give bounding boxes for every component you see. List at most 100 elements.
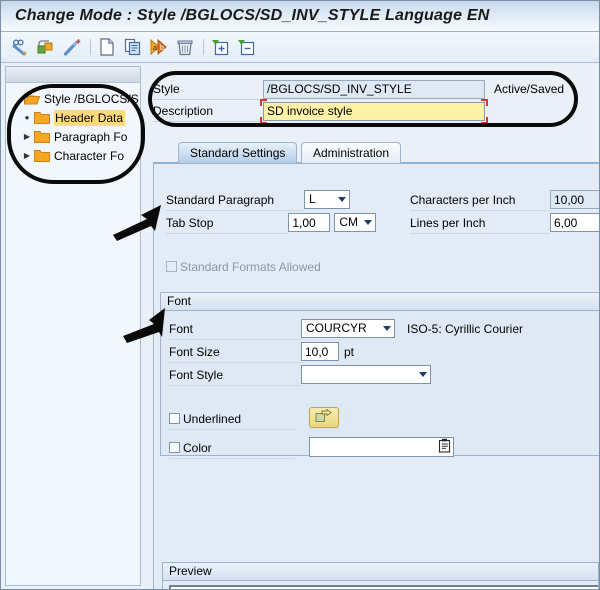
tree-node-label: Header Data [54, 109, 126, 126]
tab-stop-unit-value: CM [339, 215, 358, 229]
other-style-icon[interactable] [35, 36, 57, 58]
underlined-label: Underlined [183, 411, 242, 426]
description-focus-wrapper [260, 98, 488, 124]
expand-collapse-icon[interactable] [10, 94, 24, 103]
tab-strip: Standard Settings Administration [153, 142, 599, 164]
underlined-checkbox[interactable] [169, 413, 180, 424]
tree-node-list: Style /BGLOCS/S ● Header Data ▶ Paragrap… [6, 83, 140, 165]
focus-corner-top-right [481, 98, 488, 106]
toolbar-separator [203, 39, 204, 55]
underlined-row: Underlined [169, 407, 598, 434]
settings-right-column: Characters per Inch Lines per Inch [410, 188, 599, 234]
tree-node-paragraph-formats[interactable]: ▶ Paragraph Fo [6, 127, 140, 146]
style-name-input[interactable] [263, 79, 485, 99]
detail-pane: Style Active/Saved Description [147, 66, 599, 589]
color-row: Color [169, 437, 598, 461]
style-tree-panel: Style /BGLOCS/S ● Header Data ▶ Paragrap… [5, 66, 141, 586]
folder-icon [34, 111, 50, 124]
settings-left-column: Standard Paragraph L Tab Stop CM [166, 188, 376, 234]
copy-icon[interactable] [122, 36, 144, 58]
font-label: Font [169, 318, 301, 340]
font-style-label: Font Style [169, 364, 301, 386]
preview-section: Preview SD invoice style abcdefghijklmno… [162, 562, 599, 589]
folder-icon [34, 130, 50, 143]
description-input[interactable] [263, 101, 485, 121]
font-style-row: Font Style [169, 363, 598, 386]
standard-paragraph-row: Standard Paragraph L [166, 188, 376, 211]
standard-paragraph-dropdown[interactable]: L [304, 190, 350, 209]
toolbar-separator [90, 39, 91, 55]
tree-node-label: Character Fo [54, 148, 125, 163]
description-label: Description [153, 101, 263, 122]
style-label: Style [153, 79, 263, 100]
tree-node-character-formats[interactable]: ▶ Character Fo [6, 146, 140, 165]
font-size-row: Font Size pt [169, 340, 598, 363]
focus-corner-top-left [260, 98, 267, 106]
lines-per-inch-row: Lines per Inch [410, 211, 599, 234]
font-description: ISO-5: Cyrillic Courier [407, 321, 524, 336]
collapse-node-icon[interactable] [235, 36, 257, 58]
font-size-label: Font Size [169, 341, 301, 363]
lines-per-inch-label: Lines per Inch [410, 212, 550, 234]
characters-per-inch-input[interactable] [550, 190, 599, 209]
color-checkbox[interactable] [169, 442, 180, 453]
tab-administration[interactable]: Administration [301, 142, 402, 163]
standard-formats-allowed-label: Standard Formats Allowed [180, 259, 321, 274]
standard-paragraph-value: L [309, 192, 316, 206]
tree-node-header-data[interactable]: ● Header Data [6, 108, 140, 127]
expand-node-icon[interactable] [209, 36, 231, 58]
folder-icon [34, 149, 50, 162]
window-title-bar: Change Mode : Style /BGLOCS/SD_INV_STYLE… [1, 1, 599, 32]
tab-standard-settings[interactable]: Standard Settings [178, 142, 298, 163]
chevron-down-icon[interactable] [360, 214, 375, 231]
font-size-input[interactable] [301, 342, 339, 361]
lines-per-inch-input[interactable] [550, 213, 599, 232]
status-badge: Active/Saved [494, 82, 565, 96]
style-header-fields: Style Active/Saved Description [153, 78, 599, 124]
bullet-icon: ● [24, 113, 30, 122]
font-fields: Font COURCYR ISO-5: Cyrillic Courier Fon… [169, 317, 598, 461]
new-document-icon[interactable] [96, 36, 118, 58]
tree-node-label: Paragraph Fo [54, 129, 128, 144]
tab-stop-label: Tab Stop [166, 212, 289, 234]
svg-text:a: a [153, 45, 157, 52]
characters-per-inch-label: Characters per Inch [410, 189, 550, 211]
tree-node-style-root[interactable]: Style /BGLOCS/S [6, 89, 140, 108]
rename-icon[interactable]: a b [148, 36, 170, 58]
chevron-down-icon[interactable] [379, 320, 394, 337]
preview-content[interactable]: SD invoice style abcdefghijklmnopqrstuvw… [169, 585, 598, 589]
underlined-checkbox-row[interactable]: Underlined [169, 408, 295, 430]
font-dropdown[interactable]: COURCYR [301, 319, 395, 338]
standard-settings-panel: Standard Paragraph L Tab Stop CM [153, 163, 599, 589]
tab-stop-row: Tab Stop CM [166, 211, 376, 234]
underline-settings-button[interactable] [309, 407, 339, 428]
standard-paragraph-label: Standard Paragraph [166, 189, 304, 211]
color-label: Color [183, 440, 212, 455]
folder-open-icon [23, 92, 41, 105]
color-input[interactable] [309, 437, 454, 457]
description-row: Description [153, 98, 599, 124]
characters-per-inch-row: Characters per Inch [410, 188, 599, 211]
value-help-icon[interactable] [438, 438, 451, 456]
style-row: Style Active/Saved [153, 78, 599, 100]
standard-formats-allowed-row: Standard Formats Allowed [166, 256, 321, 277]
font-section-title: Font [161, 293, 599, 311]
display-change-icon[interactable] [9, 36, 31, 58]
chevron-right-icon[interactable]: ▶ [20, 151, 34, 160]
create-wizard-icon[interactable] [61, 36, 83, 58]
chevron-down-icon[interactable] [415, 366, 430, 383]
tab-stop-input[interactable] [288, 213, 331, 232]
chevron-down-icon[interactable] [334, 191, 349, 208]
font-style-dropdown[interactable] [301, 365, 431, 384]
chevron-right-icon[interactable]: ▶ [20, 132, 34, 141]
font-value: COURCYR [306, 321, 367, 335]
preview-title: Preview [163, 563, 598, 581]
sap-window: Change Mode : Style /BGLOCS/SD_INV_STYLE… [0, 0, 600, 590]
svg-text:b: b [160, 45, 164, 52]
work-area: Style /BGLOCS/S ● Header Data ▶ Paragrap… [1, 64, 599, 589]
color-checkbox-row[interactable]: Color [169, 437, 295, 459]
delete-icon[interactable] [174, 36, 196, 58]
tab-stop-unit-dropdown[interactable]: CM [334, 213, 376, 232]
focus-corner-bottom-left [260, 116, 267, 124]
font-section: Font Font COURCYR ISO-5: Cyrillic Courie… [160, 292, 599, 459]
